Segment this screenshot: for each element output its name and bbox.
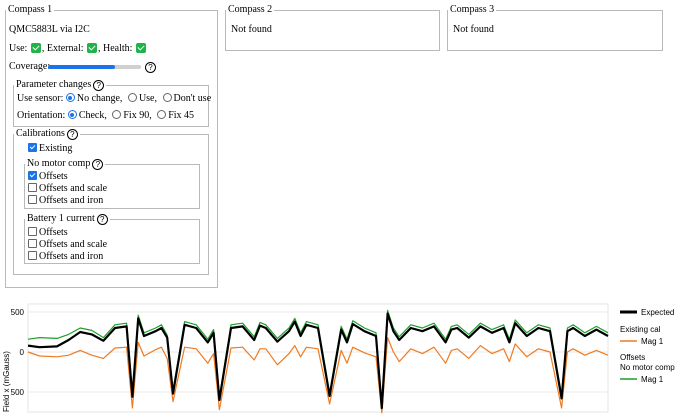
- radio-icon[interactable]: [162, 93, 172, 102]
- help-icon[interactable]: ?: [96, 214, 108, 225]
- coverage-fill: [48, 65, 115, 69]
- coverage-label: Coverage:: [9, 61, 51, 72]
- legend-no-motor-group: No motor comp: [620, 363, 675, 372]
- no-motor-offsets-scale[interactable]: Offsets and scale: [28, 183, 107, 195]
- help-icon[interactable]: ?: [66, 129, 78, 140]
- health-label: , Health:: [98, 43, 133, 54]
- ytick-label: 500: [11, 388, 25, 397]
- checkbox-icon[interactable]: [28, 227, 37, 236]
- no-motor-offsets-iron[interactable]: Offsets and iron: [28, 195, 103, 207]
- compass2-status: Not found: [231, 24, 272, 35]
- legend-offsets-group: Offsets: [620, 353, 645, 362]
- help-icon[interactable]: ?: [93, 80, 105, 91]
- external-label: , External:: [41, 43, 84, 54]
- coverage-help[interactable]: ?: [143, 61, 156, 73]
- checkbox-icon[interactable]: [28, 183, 37, 192]
- help-icon[interactable]: ?: [92, 159, 104, 170]
- checkbox-icon[interactable]: [28, 251, 37, 260]
- orientation-check[interactable]: Check,: [67, 110, 107, 121]
- radio-icon[interactable]: [67, 110, 77, 119]
- orientation-label: Orientation:: [17, 110, 66, 121]
- orientation-fix90[interactable]: Fix 90,: [112, 110, 152, 121]
- existing-option[interactable]: Existing: [28, 143, 72, 155]
- ytick-label: 500: [11, 308, 25, 317]
- use-sensor-dont-use[interactable]: Don't use: [162, 93, 211, 104]
- radio-icon[interactable]: [65, 93, 75, 102]
- radio-icon[interactable]: [112, 110, 122, 119]
- field-x-chart[interactable]: Field x (mGauss) 500 0 500 Expected Existi…: [0, 300, 690, 414]
- legend-existing-group: Existing cal: [620, 325, 661, 334]
- use-sensor-row: Use sensor: No change, Use, Don't use: [17, 93, 214, 105]
- legend-existing-mag: Mag 1: [641, 337, 664, 346]
- battery-offsets-scale[interactable]: Offsets and scale: [28, 239, 107, 251]
- compass1-legend: Compass 1: [8, 4, 53, 15]
- health-check-icon: [135, 43, 146, 53]
- use-sensor-label: Use sensor:: [17, 93, 64, 104]
- radio-icon[interactable]: [157, 110, 167, 119]
- chart-legend[interactable]: Expected Existing cal Mag 1 Offsets No m…: [620, 308, 675, 384]
- orientation-fix45[interactable]: Fix 45: [157, 110, 194, 121]
- battery-legend: Battery 1 current: [27, 213, 95, 224]
- radio-icon[interactable]: [127, 93, 137, 102]
- use-label: Use:: [9, 43, 28, 54]
- checkbox-icon[interactable]: [28, 195, 37, 204]
- checkbox-icon[interactable]: [28, 239, 37, 248]
- use-sensor-no-change[interactable]: No change,: [65, 93, 122, 104]
- battery-offsets[interactable]: Offsets: [28, 227, 68, 239]
- orientation-row: Orientation: Check, Fix 90, Fix 45: [17, 110, 197, 122]
- no-motor-offsets[interactable]: Offsets: [28, 171, 68, 183]
- compass1-device: QMC5883L via I2C: [9, 24, 90, 35]
- chart-yticks: 500 0 500: [11, 308, 25, 397]
- legend-expected: Expected: [641, 308, 674, 317]
- status-row: Use: , External: , Health:: [9, 43, 147, 55]
- legend-offsets-mag: Mag 1: [641, 375, 664, 384]
- calibrations-legend: Calibrations: [16, 128, 65, 139]
- compass2-legend: Compass 2: [228, 4, 273, 15]
- external-check-icon: [87, 43, 97, 53]
- chart-ylabel: Field x (mGauss): [2, 351, 11, 412]
- ytick-label: 0: [20, 348, 25, 357]
- battery-offsets-iron[interactable]: Offsets and iron: [28, 251, 103, 263]
- param-changes-legend: Parameter changes: [16, 79, 92, 90]
- checkbox-icon[interactable]: [28, 171, 37, 180]
- compass3-legend: Compass 3: [450, 4, 495, 15]
- compass3-status: Not found: [453, 24, 494, 35]
- checkbox-icon[interactable]: [28, 143, 37, 152]
- use-check-icon: [30, 43, 41, 53]
- help-icon[interactable]: ?: [145, 62, 156, 73]
- plot-area: [27, 303, 609, 413]
- use-sensor-use[interactable]: Use,: [127, 93, 157, 104]
- no-motor-legend: No motor comp: [27, 158, 91, 169]
- coverage-bar: [48, 65, 141, 69]
